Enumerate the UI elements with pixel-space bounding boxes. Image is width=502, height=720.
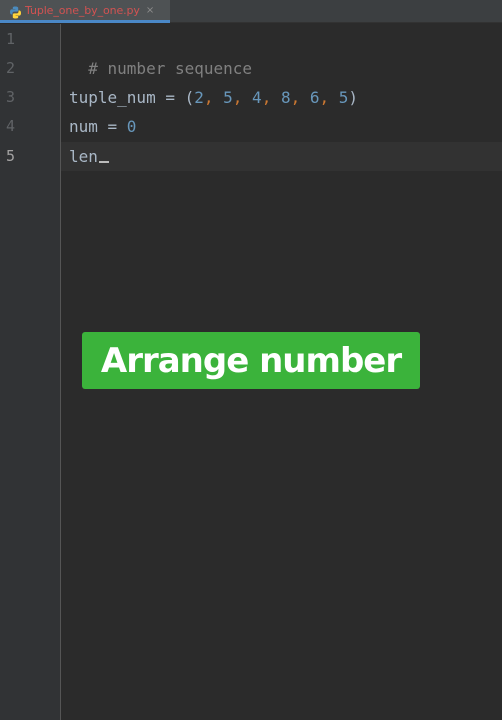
num-assignment-prefix: num = xyxy=(69,117,127,136)
comment-text: # number sequence xyxy=(88,59,253,78)
tab-tuple-one-by-one[interactable]: Tuple_one_by_one.py × xyxy=(0,0,170,23)
tuple-separator: , xyxy=(290,88,310,107)
num-value: 0 xyxy=(126,117,137,136)
tuple-number: 5 xyxy=(338,88,349,107)
caption-banner: Arrange number xyxy=(82,332,420,389)
line-number-3: 3 xyxy=(6,88,16,106)
editor-tab-bar: Tuple_one_by_one.py × xyxy=(0,0,502,23)
code-line-5[interactable]: len xyxy=(69,142,109,171)
current-line-highlight xyxy=(61,142,502,171)
code-line-3[interactable]: tuple_num = (2, 5, 4, 8, 6, 5) xyxy=(69,83,358,112)
tab-filename: Tuple_one_by_one.py xyxy=(25,3,140,17)
line-number-4: 4 xyxy=(6,117,16,135)
tuple-assignment-prefix: tuple_num = ( xyxy=(69,88,195,107)
line-number-2: 2 xyxy=(6,59,16,77)
tuple-number: 2 xyxy=(194,88,204,107)
len-text: len xyxy=(69,147,98,166)
line-number-5: 5 xyxy=(6,147,16,165)
tuple-number: 8 xyxy=(280,88,291,107)
tuple-separator: , xyxy=(261,88,281,107)
tab-close-icon[interactable]: × xyxy=(146,5,154,16)
text-caret xyxy=(98,161,109,163)
tuple-number: 5 xyxy=(223,88,233,107)
tuple-separator: , xyxy=(232,88,253,107)
caption-text: Arrange number xyxy=(100,340,402,381)
code-line-4[interactable]: num = 0 xyxy=(69,112,136,141)
tuple-number: 4 xyxy=(252,88,262,107)
tuple-number: 6 xyxy=(309,88,320,107)
tuple-separator: , xyxy=(319,88,339,107)
tuple-separator: , xyxy=(203,88,224,107)
tuple-close-paren: ) xyxy=(348,88,359,107)
line-number-1: 1 xyxy=(6,30,16,48)
python-file-icon xyxy=(9,4,22,18)
code-line-1[interactable]: # number sequence xyxy=(69,25,252,83)
